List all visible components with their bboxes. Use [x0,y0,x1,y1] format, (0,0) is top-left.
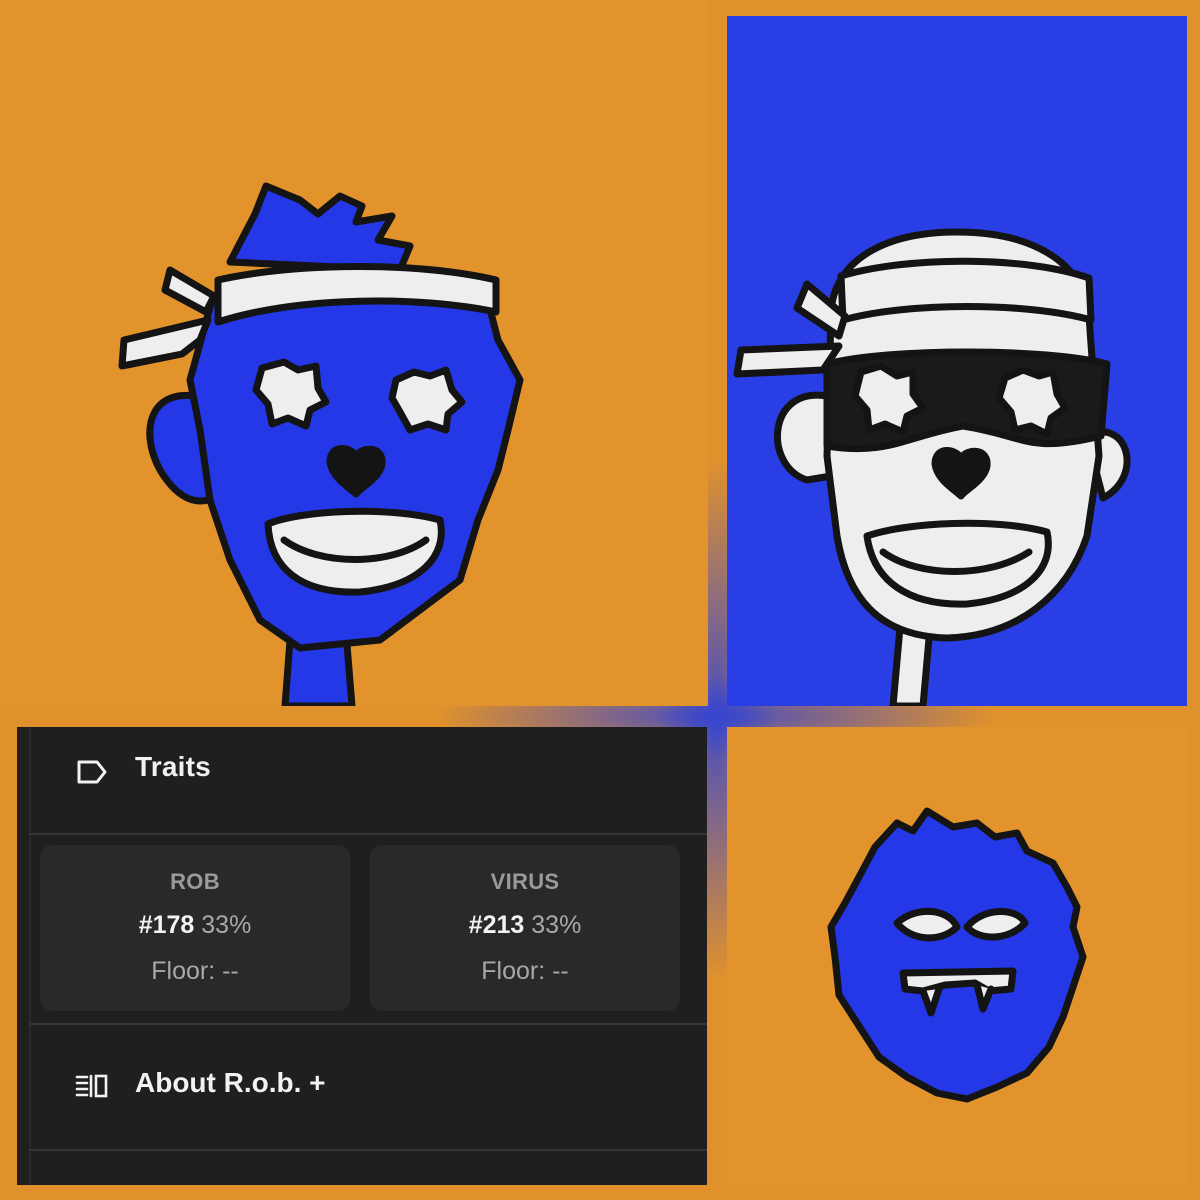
trait-card-virus[interactable]: VIRUS #213 33% Floor: -- [370,845,680,1011]
trait-floor: Floor: -- [481,957,569,985]
about-title: About R.o.b. + [135,1067,326,1098]
nft-image-rob-masked [727,16,1187,706]
about-section-toggle[interactable]: About R.o.b. + [29,1023,707,1151]
trait-card-rob[interactable]: ROB #178 33% Floor: -- [40,845,350,1011]
trait-percent: 33% [531,911,582,939]
tag-icon [77,760,107,784]
trait-floor: Floor: -- [151,957,239,985]
trait-type: ROB [170,869,220,894]
traits-panel: Traits ROB #178 33% Floor: -- VIRUS #213… [17,727,707,1185]
trait-value-line: #213 33% [370,911,680,940]
trait-value: #178 [138,911,195,939]
trait-value: #213 [468,911,525,939]
trait-percent: 33% [201,911,252,939]
nft-image-rob-ape [0,0,708,706]
traits-title: Traits [135,751,211,782]
nft-image-virus [727,727,1187,1185]
trait-value-line: #178 33% [40,911,350,940]
trait-type: VIRUS [490,869,560,894]
traits-header[interactable]: Traits [29,727,707,835]
list-details-icon [75,1074,108,1098]
